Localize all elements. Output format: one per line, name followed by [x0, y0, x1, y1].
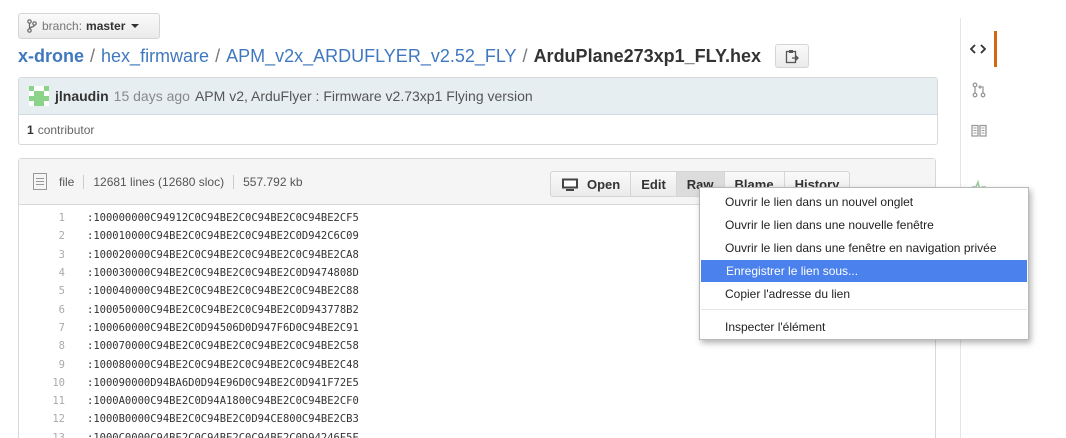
chevron-down-icon	[131, 24, 140, 28]
ctx-open-incognito[interactable]: Ouvrir le lien dans une fenêtre en navig…	[700, 237, 1028, 259]
line-number[interactable]: 2	[19, 230, 65, 242]
ctx-open-new-tab[interactable]: Ouvrir le lien dans un nouvel onglet	[700, 191, 1028, 213]
line-content: :100060000C94BE2C0D94506D0D947F6D0C94BE2…	[87, 321, 359, 334]
commit-header: jlnaudin 15 days ago APM v2, ArduFlyer :…	[19, 78, 937, 115]
copy-path-button[interactable]	[775, 44, 810, 68]
line-number[interactable]: 3	[19, 249, 65, 261]
line-content: :100040000C94BE2C0C94BE2C0C94BE2C0C94BE2…	[87, 285, 359, 298]
line-number[interactable]: 13	[19, 432, 65, 438]
latest-commit-box: jlnaudin 15 days ago APM v2, ArduFlyer :…	[18, 77, 938, 145]
code-line: 12 :1000B0000C94BE2C0C94BE2C0D94CE800C94B…	[19, 410, 935, 428]
contributors-count: 1	[27, 123, 34, 137]
line-number[interactable]: 7	[19, 322, 65, 334]
branch-icon	[27, 19, 37, 33]
line-content: :100030000C94BE2C0C94BE2C0C94BE2C0D94748…	[87, 267, 359, 280]
breadcrumb: x-drone / hex_firmware / APM_v2x_ARDUFLY…	[18, 44, 810, 68]
line-content: :100070000C94BE2C0C94BE2C0C94BE2C0C94BE2…	[87, 340, 359, 353]
contributors-bar[interactable]: 1 contributor	[19, 115, 937, 145]
breadcrumb-separator: /	[522, 45, 528, 66]
commit-author[interactable]: jlnaudin	[55, 88, 109, 104]
line-content: :100080000C94BE2C0C94BE2C0C94BE2C0C94BE2…	[87, 358, 359, 371]
ctx-open-new-window[interactable]: Ouvrir le lien dans une nouvelle fenêtre	[700, 214, 1028, 236]
breadcrumb-file-name: ArduPlane273xp1_FLY.hex	[533, 45, 762, 66]
line-content: :1000B0000C94BE2C0C94BE2C0D94CE800C94BE2…	[87, 413, 359, 426]
sidebar-item-pull-requests[interactable]	[961, 72, 997, 108]
line-content: :100000000C94912C0C94BE2C0C94BE2C0C94BE2…	[87, 212, 359, 225]
commit-time: 15 days ago	[113, 88, 190, 104]
edit-button[interactable]: Edit	[630, 171, 677, 197]
code-line: 10 :100090000D94BA6D0D94E96D0C94BE2C0D941…	[19, 374, 935, 392]
line-number[interactable]: 5	[19, 285, 65, 297]
desktop-icon	[562, 178, 578, 191]
branch-selector[interactable]: branch: master	[18, 13, 160, 39]
context-menu-separator	[701, 309, 1027, 310]
line-content: :100010000C94BE2C0C94BE2C0C94BE2C0D942C6…	[87, 230, 359, 243]
context-menu: Ouvrir le lien dans un nouvel onglet Ouvr…	[699, 187, 1029, 340]
file-size: 557.792 kb	[243, 174, 303, 189]
avatar[interactable]	[29, 86, 49, 106]
divider	[83, 174, 85, 189]
breadcrumb-folder-link[interactable]: hex_firmware	[101, 46, 209, 67]
line-content: :100050000C94BE2C0C94BE2C0C94BE2C0D94377…	[87, 303, 359, 316]
code-icon	[969, 44, 986, 54]
ctx-inspect-element[interactable]: Inspecter l'élément	[700, 316, 1028, 338]
wiki-icon	[971, 124, 987, 137]
breadcrumb-repo-link[interactable]: x-drone	[18, 46, 84, 67]
contributors-label: contributor	[37, 123, 95, 137]
branch-label: branch:	[42, 19, 83, 33]
line-number[interactable]: 6	[19, 304, 65, 316]
line-number[interactable]: 1	[19, 212, 65, 224]
sidebar-item-wiki[interactable]	[961, 112, 997, 148]
breadcrumb-separator: /	[215, 45, 221, 66]
open-button[interactable]: Open	[550, 171, 632, 197]
code-line: 11 :1000A0000C94BE2C0D94A1800C94BE2C0C94B…	[19, 392, 935, 410]
line-number[interactable]: 4	[19, 267, 65, 279]
line-content: :100020000C94BE2C0C94BE2C0C94BE2C0C94BE2…	[87, 248, 359, 261]
divider	[233, 174, 235, 189]
breadcrumb-subfolder-link[interactable]: APM_v2x_ARDUFLYER_v2.52_FLY	[226, 46, 516, 67]
pull-request-icon	[972, 82, 986, 98]
file-icon	[33, 173, 47, 190]
sidebar-item-code[interactable]	[961, 31, 997, 67]
line-number[interactable]: 10	[19, 377, 65, 389]
line-content: :1000C0000C94BE2C0C94BE2C0C94BE2C0D94246…	[87, 431, 359, 438]
clipboard-icon	[785, 49, 799, 63]
branch-name: master	[86, 19, 126, 33]
line-number[interactable]: 9	[19, 359, 65, 371]
open-button-label: Open	[587, 176, 621, 192]
line-number[interactable]: 12	[19, 413, 65, 425]
line-number[interactable]: 8	[19, 340, 65, 352]
commit-message[interactable]: APM v2, ArduFlyer : Firmware v2.73xp1 Fl…	[195, 88, 533, 104]
page: branch: master x-drone / hex_firmware / …	[0, 0, 1066, 438]
code-line: 9 :100080000C94BE2C0C94BE2C0C94BE2C0C94BE…	[19, 355, 935, 373]
line-content: :100090000D94BA6D0D94E96D0C94BE2C0D941F7…	[87, 376, 359, 389]
file-type: file	[59, 174, 75, 189]
file-lines: 12681 lines (12680 sloc)	[93, 174, 225, 189]
breadcrumb-separator: /	[90, 45, 96, 66]
line-number[interactable]: 11	[19, 395, 65, 407]
line-content: :1000A0000C94BE2C0D94A1800C94BE2C0C94BE2…	[87, 395, 359, 408]
ctx-save-link-as[interactable]: Enregistrer le lien sous...	[701, 260, 1027, 282]
ctx-copy-link-address[interactable]: Copier l'adresse du lien	[700, 283, 1028, 305]
code-line: 13 :1000C0000C94BE2C0C94BE2C0C94BE2C0D942…	[19, 429, 935, 438]
